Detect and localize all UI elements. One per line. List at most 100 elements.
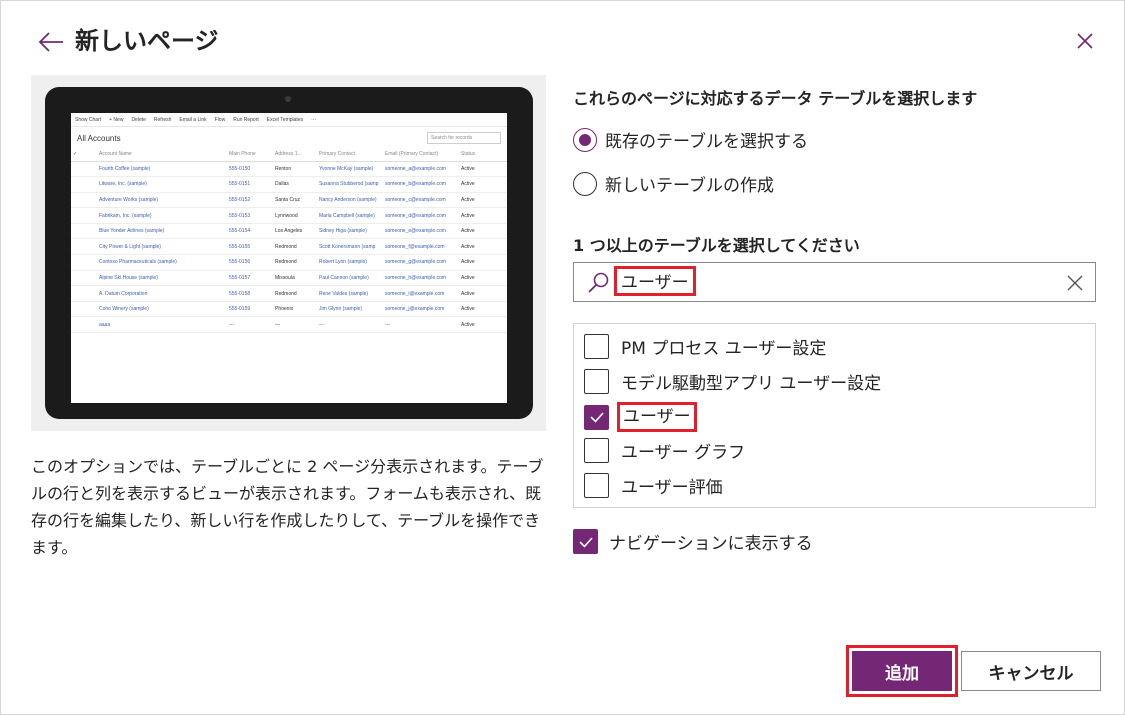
table-item-label: モデル駆動型アプリ ユーザー設定 (621, 374, 882, 394)
table-list: PM プロセス ユーザー設定 モデル駆動型アプリ ユーザー設定 ユーザー ユーザ… (573, 323, 1096, 508)
search-icon (588, 272, 609, 293)
preview-toolbar: Show Chart + New Delete Refresh Email a Link… (71, 113, 507, 127)
preview-cell: Active (459, 301, 507, 318)
table-item-user-rating[interactable]: ユーザー評価 (584, 473, 723, 498)
preview-row-select (71, 301, 97, 318)
preview-cell: Active (459, 161, 507, 178)
preview-view-title: All Accounts (77, 133, 121, 143)
checkbox-checked[interactable] (584, 404, 609, 430)
preview-row-select (71, 176, 97, 193)
preview-row: A. Datum Corporation 555-0158 Redmond Rene … (71, 285, 507, 302)
preview-cell: 555-0152 (227, 192, 273, 209)
preview-cell: Alpine Ski House (sample) (97, 270, 227, 287)
show-in-navigation-label: ナビゲーションに表示する (609, 534, 813, 554)
preview-cell: Coho Winery (sample) (97, 301, 227, 318)
preview-cell: Active (459, 192, 507, 209)
preview-toolbar-item: Run Report (233, 116, 259, 123)
preview-cell: Fabrikam, Inc. (sample) (97, 207, 227, 224)
preview-cell: 555-0153 (227, 207, 273, 224)
preview-cell: Santa Cruz (273, 192, 317, 209)
table-item-label: ユーザー グラフ (621, 443, 746, 463)
preview-cell: Renton (273, 161, 317, 178)
preview-cell: 555-0155 (227, 238, 273, 256)
preview-cell: Susanna Stubberod (samp (317, 176, 383, 193)
preview-cell: A. Datum Corporation (97, 285, 227, 302)
table-item-user[interactable]: ユーザー (584, 402, 697, 432)
table-item-user-graph[interactable]: ユーザー グラフ (584, 438, 745, 463)
preview-column-header: Address 1... (273, 147, 317, 162)
preview-row-select (71, 254, 97, 271)
preview-cell: Redmond (273, 254, 317, 271)
preview-grid-header: ✔ Account Name Main Phone Address 1... Prima… (71, 147, 507, 162)
checkbox-checked[interactable] (573, 529, 598, 554)
preview-cell: Adventure Works (sample) (97, 192, 227, 209)
close-icon[interactable] (1075, 31, 1095, 51)
preview-cell: Maria Campbell (sample) (317, 207, 383, 224)
preview-cell: Missoula (273, 270, 317, 287)
preview-select-all: ✔ (71, 147, 97, 162)
preview-row: Contoso Pharmaceuticals (sample) 555-0156… (71, 254, 507, 271)
preview-cell: Active (459, 176, 507, 193)
preview-cell: someone_j@example.com (383, 301, 459, 318)
preview-toolbar-item: Refresh (153, 116, 172, 123)
table-item-label: ユーザー (617, 402, 697, 432)
preview-cell: someone_g@example.com (383, 254, 459, 271)
preview-row-select (71, 161, 97, 178)
radio-button[interactable] (573, 127, 597, 152)
radio-existing-table[interactable]: 既存のテーブルを選択する (573, 127, 808, 152)
back-arrow-icon[interactable] (37, 29, 65, 55)
preview-row-select (71, 238, 97, 256)
preview-toolbar-item: Show Chart (75, 116, 102, 123)
preview-row: Coho Winery (sample) 555-0159 Phoenix Jim G… (71, 301, 507, 318)
preview-cell: City Power & Light (sample) (97, 238, 227, 256)
preview-cell: 555-0154 (227, 223, 273, 240)
search-input-value[interactable]: ユーザー (614, 266, 696, 296)
tables-heading: 1 つ以上のテーブルを選択してください (573, 236, 860, 255)
radio-new-table[interactable]: 新しいテーブルの作成 (573, 171, 774, 196)
add-button[interactable]: 追加 (852, 651, 952, 691)
preview-cell: Yvonne McKay (sample) (317, 161, 383, 178)
preview-row-select (71, 207, 97, 224)
preview-column-header: Primary Contact (317, 147, 383, 162)
table-item-model-driven-app-user-settings[interactable]: モデル駆動型アプリ ユーザー設定 (584, 369, 881, 394)
preview-cell: someone_d@example.com (383, 207, 459, 224)
preview-cell: Active (459, 223, 507, 240)
preview-cell: Lynnwood (273, 207, 317, 224)
radio-label: 新しいテーブルの作成 (605, 176, 774, 196)
preview-cell: someone_f@example.com (383, 238, 459, 256)
cancel-button[interactable]: キャンセル (961, 651, 1101, 691)
preview-cell: 555-0156 (227, 254, 273, 271)
preview-column-header: Account Name (97, 147, 227, 162)
checkbox[interactable] (584, 473, 609, 498)
preview-cell: Active (459, 270, 507, 287)
preview-cell: someone_e@example.com (383, 223, 459, 240)
preview-cell: 555-0150 (227, 161, 273, 178)
preview-cell: someone_i@example.com (383, 285, 459, 302)
table-item-label: ユーザー評価 (621, 478, 723, 498)
preview-cell: Active (459, 207, 507, 224)
radio-button[interactable] (573, 171, 597, 196)
preview-cell: --- (227, 316, 273, 334)
preview-cell: someone_a@example.com (383, 161, 459, 178)
checkbox[interactable] (584, 334, 609, 359)
preview-cell: --- (317, 316, 383, 334)
table-search-input[interactable]: ユーザー (573, 262, 1096, 302)
data-source-heading: これらのページに対応するデータ テーブルを選択します (573, 89, 978, 108)
preview-grid-body: Fourth Coffee (sample) 555-0150 Renton Yvon… (71, 161, 507, 334)
preview-toolbar-item: ··· (311, 116, 317, 123)
checkbox[interactable] (584, 369, 609, 394)
clear-icon[interactable] (1066, 274, 1084, 292)
dialog-title: 新しいページ (75, 27, 219, 55)
preview-cell: someone_h@example.com (383, 270, 459, 287)
show-in-navigation-toggle[interactable]: ナビゲーションに表示する (573, 529, 813, 554)
preview-row-select (71, 223, 97, 240)
table-item-pm-process-user-settings[interactable]: PM プロセス ユーザー設定 (584, 334, 826, 359)
preview-cell: Jim Glynn (sample) (317, 301, 383, 318)
preview-cell: Scott Konersmann (samp (317, 238, 383, 256)
preview-row: aaaa --- --- --- --- Active (71, 316, 507, 334)
preview-toolbar-item: Delete (131, 116, 146, 123)
checkbox[interactable] (584, 438, 609, 463)
preview-cell: 555-0151 (227, 176, 273, 193)
preview-toolbar-item: + New (109, 116, 124, 123)
preview-cell: --- (383, 316, 459, 334)
